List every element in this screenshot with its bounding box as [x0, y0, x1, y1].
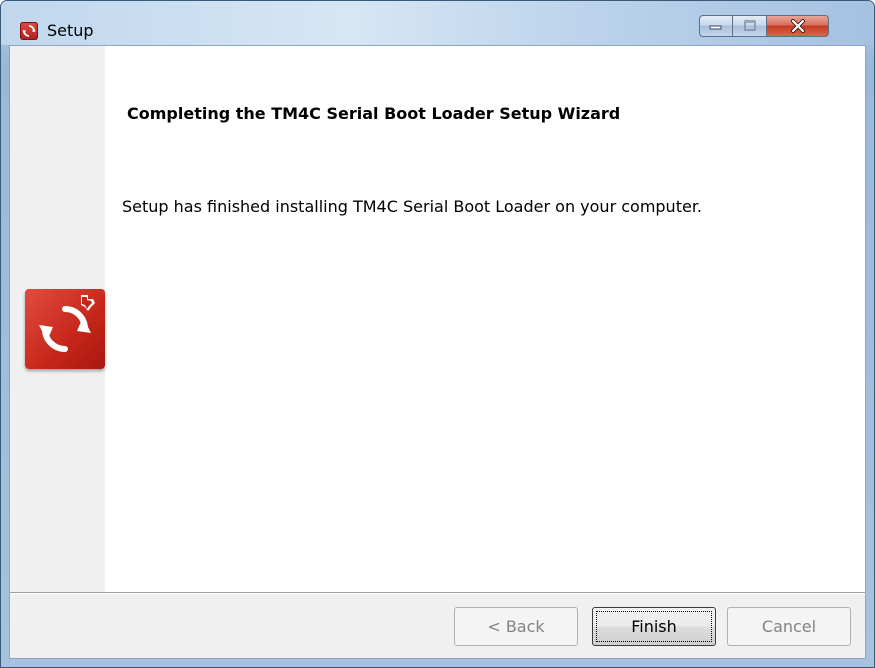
back-button[interactable]: < Back	[454, 607, 578, 646]
setup-window: Setup Completing the TM4C Serial Boot Lo…	[0, 0, 875, 668]
wizard-footer: < Back Finish Cancel	[10, 594, 865, 658]
focus-rectangle	[596, 611, 712, 642]
minimize-icon	[709, 25, 722, 30]
title-bar[interactable]: Setup	[1, 1, 874, 45]
close-icon	[790, 19, 805, 33]
wizard-message: Setup has finished installing TM4C Seria…	[122, 197, 703, 216]
cancel-button[interactable]: Cancel	[727, 607, 851, 646]
maximize-icon	[743, 20, 756, 31]
wizard-heading: Completing the TM4C Serial Boot Loader S…	[127, 104, 621, 123]
window-title: Setup	[47, 21, 94, 40]
caption-buttons	[699, 15, 829, 37]
finish-button[interactable]: Finish	[592, 607, 716, 646]
setup-logo-icon	[25, 289, 105, 369]
minimize-button[interactable]	[699, 15, 733, 37]
setup-app-icon[interactable]	[20, 22, 38, 40]
close-button[interactable]	[767, 15, 829, 37]
maximize-button[interactable]	[733, 15, 767, 37]
wizard-client-area: Completing the TM4C Serial Boot Loader S…	[9, 45, 866, 659]
